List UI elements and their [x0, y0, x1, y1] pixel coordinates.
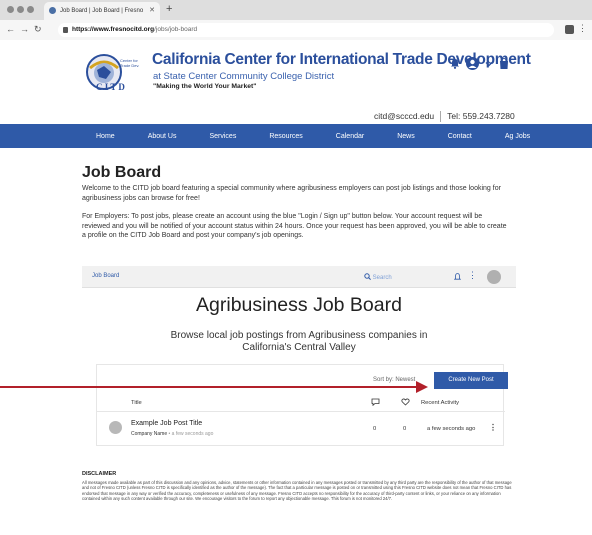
post-age: a few seconds ago [171, 431, 214, 437]
site-subtitle: at State Center Community College Distri… [153, 71, 335, 82]
page-title: Job Board [82, 164, 162, 181]
header-icons [450, 57, 509, 70]
breadcrumb[interactable]: Job Board [92, 273, 119, 279]
notification-icon[interactable] [454, 273, 461, 281]
divider [440, 111, 442, 123]
cart-icon[interactable] [499, 57, 509, 70]
svg-text:Trade Dev.: Trade Dev. [120, 63, 139, 68]
more-icon[interactable]: ⋮ [489, 423, 497, 432]
forward-icon[interactable]: → [20, 24, 29, 34]
lock-icon [63, 27, 68, 33]
site-tagline: "Making the World Your Market" [153, 83, 257, 90]
board-subtitle-text: Browse local job postings from Agribusin… [170, 330, 428, 353]
url-bar: ← → ↻ https://www.fresnocitd.org/jobs/jo… [0, 20, 592, 40]
close-tab-icon[interactable]: ✕ [149, 2, 155, 20]
back-icon[interactable]: ← [6, 24, 15, 34]
nav-about-us[interactable]: About Us [148, 133, 177, 140]
browser-chrome: Job Board | Job Board | Fresno ✕ + ← → ↻… [0, 0, 592, 40]
contact-info: citd@scccd.edu Tel: 559.243.7280 [374, 111, 515, 123]
address-input[interactable]: https://www.fresnocitd.org/jobs/job-boar… [58, 23, 554, 37]
employers-text: For Employers: To post jobs, please crea… [82, 213, 507, 240]
column-title: Title [131, 400, 142, 406]
create-new-post-button[interactable]: Create New Post [434, 372, 508, 389]
url-host: https://www.fresnocitd.org [72, 26, 155, 33]
svg-text:C I T D: C I T D [96, 82, 125, 92]
comment-count: 0 [373, 426, 377, 432]
posts-table: Sort by: Newest Create New Post Title Re… [96, 364, 508, 446]
board-subtitle: Browse local job postings from Agribusin… [82, 330, 516, 354]
heart-icon [401, 398, 410, 406]
account-icon[interactable] [466, 57, 479, 70]
intro-text: Welcome to the CITD job board featuring … [82, 185, 501, 202]
minimize-window-dot[interactable] [17, 6, 24, 13]
nav-resources[interactable]: Resources [269, 133, 302, 140]
nav-home[interactable]: Home [96, 133, 115, 140]
browser-menu-icon[interactable]: ⋮ [578, 23, 587, 34]
forum-menu-icon[interactable]: ⋮ [468, 270, 477, 281]
main-nav: Home About Us Services Resources Calenda… [0, 124, 592, 148]
maximize-window-dot[interactable] [27, 6, 34, 13]
recent-activity: a few seconds ago [427, 426, 476, 432]
sort-dropdown[interactable]: Sort by: Newest [373, 377, 415, 383]
reload-icon[interactable]: ↻ [34, 24, 42, 35]
phone-text: Tel: 559.243.7280 [447, 111, 515, 121]
column-recent-activity: Recent Activity [421, 400, 460, 406]
disclaimer-heading: DISCLAIMER [82, 471, 117, 477]
favicon-icon [49, 7, 56, 14]
citd-logo[interactable]: C I T D Center for Trade Dev. [84, 48, 150, 92]
url-path: /jobs/job-board [154, 26, 198, 33]
close-window-dot[interactable] [7, 6, 14, 13]
divider [97, 411, 505, 412]
author-avatar[interactable] [109, 421, 122, 434]
forum-header: Job Board Search ⋮ [82, 266, 516, 288]
like-count: 0 [403, 426, 407, 432]
tab-title: Job Board | Job Board | Fresno [60, 8, 144, 14]
nav-ag-jobs[interactable]: Ag Jobs [505, 133, 530, 140]
post-meta: Company Name • a few seconds ago [131, 431, 213, 437]
search-input[interactable]: Search [364, 273, 392, 281]
extension-icon[interactable] [565, 25, 574, 34]
chevron-down-icon[interactable] [485, 60, 493, 68]
email-link[interactable]: citd@scccd.edu [374, 111, 434, 121]
board-title: Agribusiness Job Board [196, 294, 402, 316]
disclaimer-text: All messages made available as part of t… [82, 480, 512, 501]
nav-contact[interactable]: Contact [448, 133, 472, 140]
tab-strip: Job Board | Job Board | Fresno ✕ + [0, 0, 592, 20]
post-title[interactable]: Example Job Post Title [131, 420, 202, 427]
company-name[interactable]: Company Name [131, 431, 167, 437]
bell-icon[interactable] [450, 58, 460, 69]
new-tab-icon[interactable]: + [166, 3, 172, 15]
browser-tab[interactable]: Job Board | Job Board | Fresno ✕ [44, 2, 160, 20]
search-icon [364, 273, 371, 280]
nav-news[interactable]: News [397, 133, 415, 140]
annotation-arrow [0, 386, 420, 388]
nav-calendar[interactable]: Calendar [336, 133, 364, 140]
comment-icon [371, 398, 380, 406]
search-placeholder: Search [372, 275, 392, 281]
avatar[interactable] [487, 270, 501, 284]
nav-services[interactable]: Services [209, 133, 236, 140]
annotation-arrowhead [416, 381, 428, 393]
